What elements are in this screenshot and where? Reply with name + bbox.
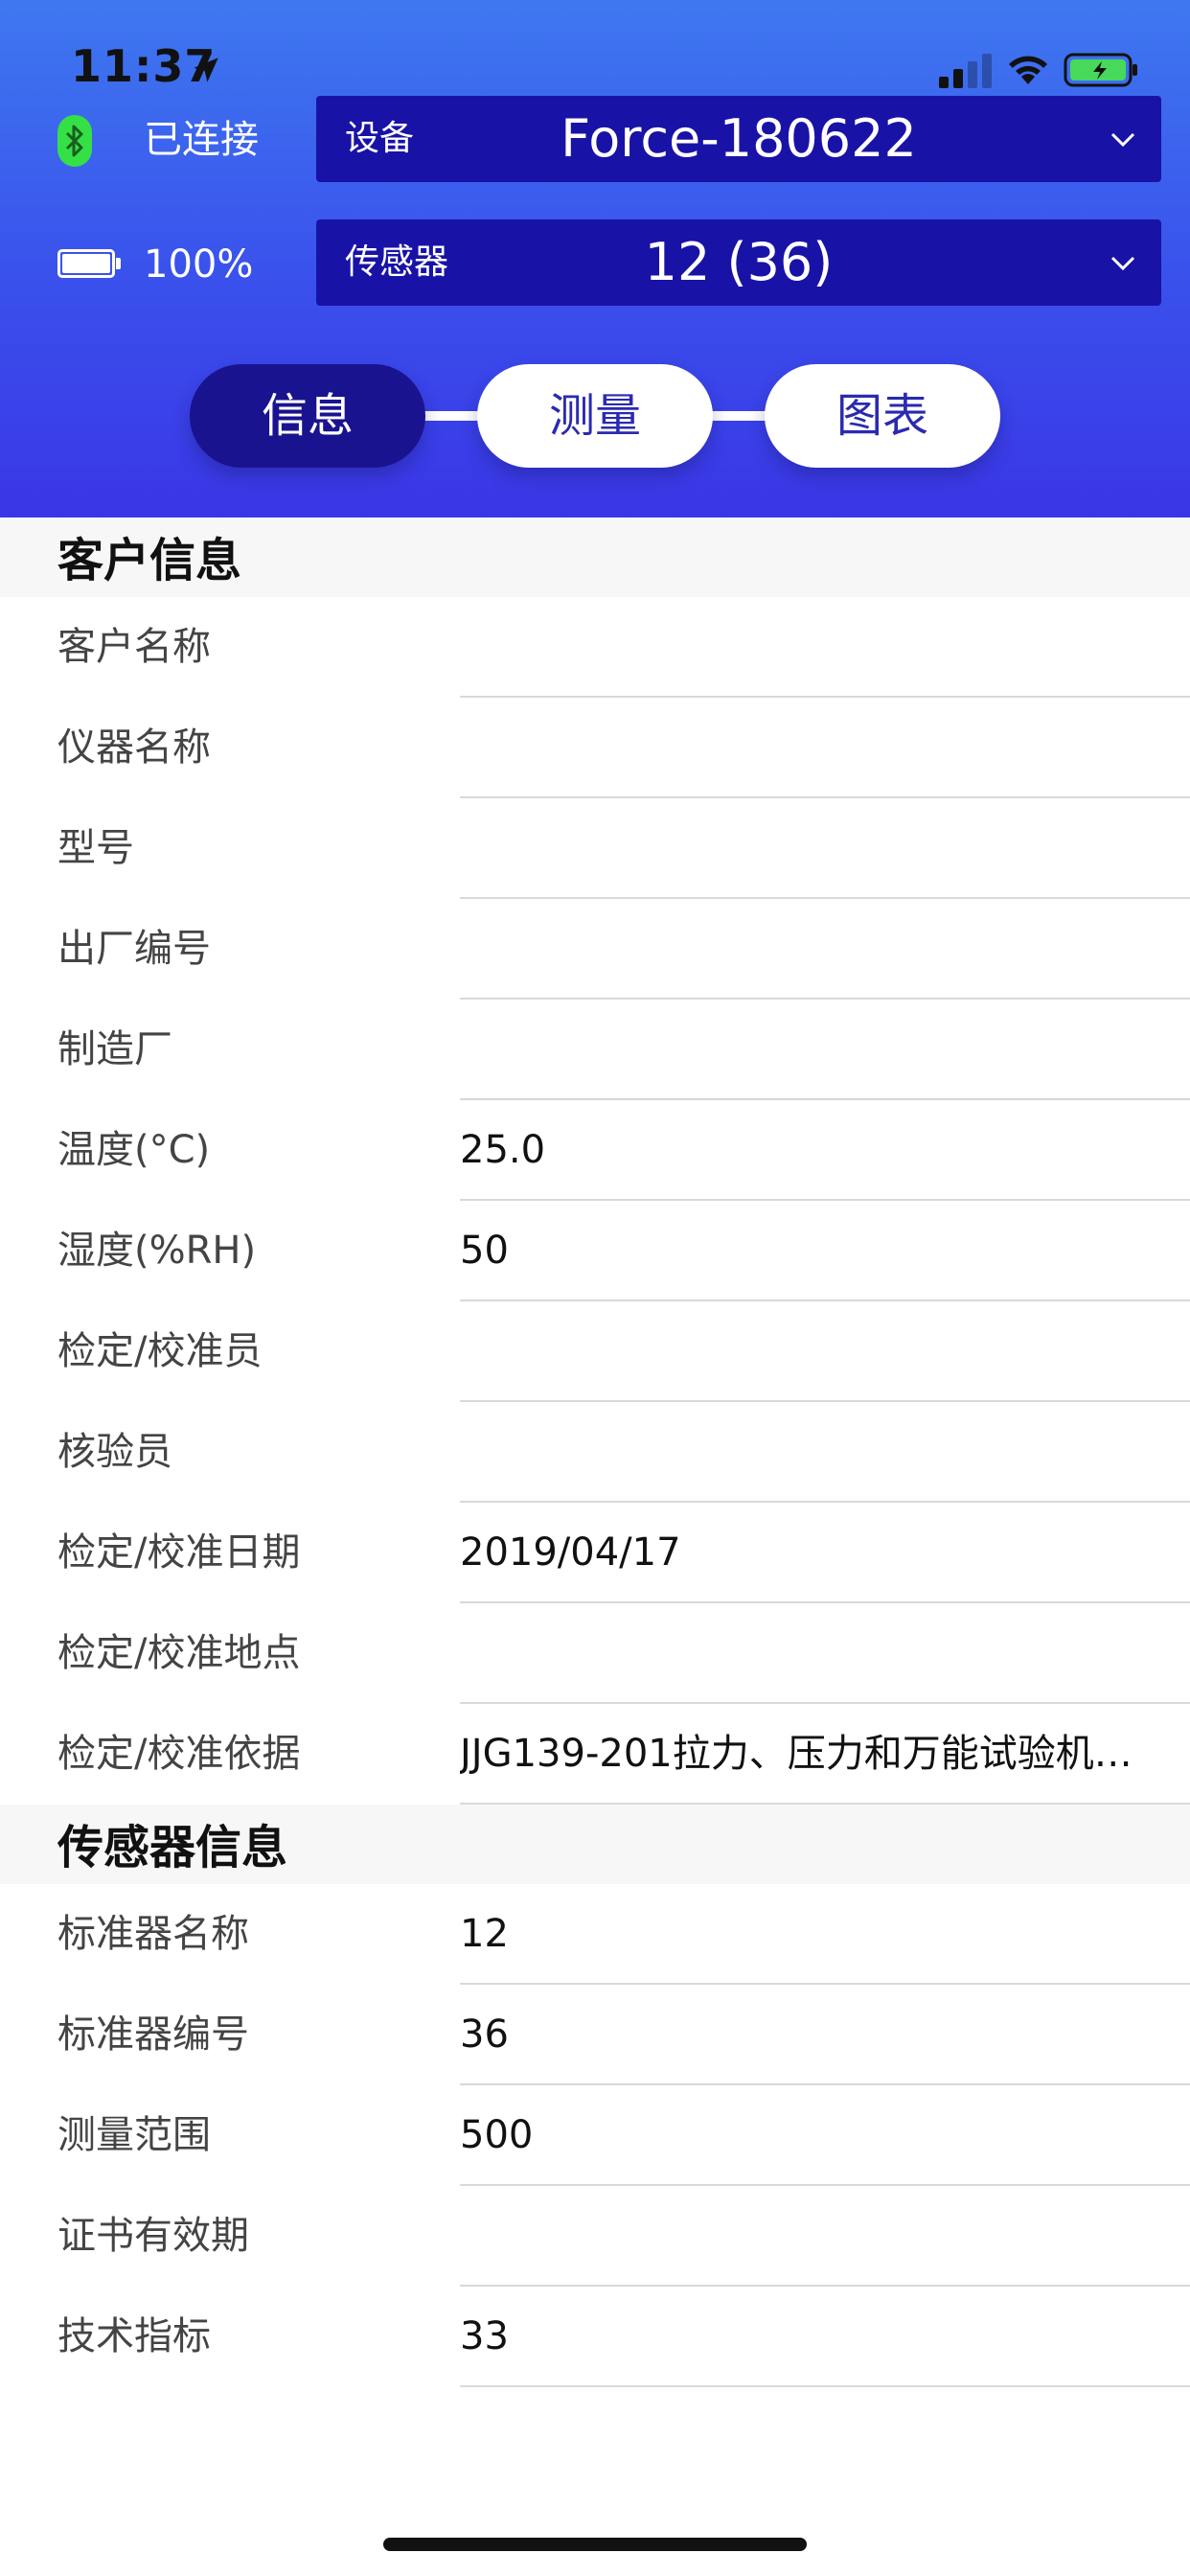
row-value[interactable]: 33 <box>460 2287 1179 2387</box>
device-selector-value: Force-180622 <box>561 108 917 169</box>
chevron-down-icon <box>1110 132 1135 148</box>
list-row[interactable]: 核验员 <box>0 1402 1190 1503</box>
list-row[interactable]: 湿度(%RH) 50 <box>0 1201 1190 1301</box>
row-label: 检定/校准日期 <box>57 1530 301 1575</box>
row-value[interactable]: 25.0 <box>460 1100 1179 1201</box>
row-value[interactable]: 36 <box>460 1985 1179 2085</box>
row-label: 客户名称 <box>57 625 211 669</box>
row-label: 标准器名称 <box>57 1912 249 1956</box>
list-row[interactable]: 仪器名称 <box>0 698 1190 798</box>
tab-chart[interactable]: 图表 <box>765 364 1000 468</box>
row-label: 仪器名称 <box>57 725 211 770</box>
bluetooth-icon <box>57 115 92 167</box>
tab-measure[interactable]: 测量 <box>477 364 713 468</box>
list-row[interactable]: 检定/校准员 <box>0 1301 1190 1402</box>
row-value[interactable]: 2019/04/17 <box>460 1503 1179 1603</box>
info-list: 客户信息 客户名称仪器名称型号出厂编号制造厂温度(°C) 25.0 湿度(%RH) 5… <box>0 518 1190 2387</box>
cellular-signal-icon <box>939 52 993 88</box>
connection-status: 已连接 <box>144 118 259 162</box>
row-divider <box>460 2385 1190 2387</box>
section-header-sensor: 传感器信息 <box>0 1805 1190 1884</box>
list-row[interactable]: 温度(°C) 25.0 <box>0 1100 1190 1201</box>
row-label: 检定/校准依据 <box>57 1732 301 1776</box>
row-label: 温度(°C) <box>57 1128 211 1172</box>
home-indicator <box>383 2538 807 2551</box>
row-label: 制造厂 <box>57 1027 172 1071</box>
sensor-selector-value: 12 (36) <box>644 232 834 292</box>
list-row[interactable]: 型号 <box>0 798 1190 899</box>
list-row[interactable]: 出厂编号 <box>0 899 1190 1000</box>
wifi-icon <box>1009 56 1047 84</box>
app-header: 11:37 已连接 100% 设备 Force-180622 传感器 12 (3… <box>0 0 1190 518</box>
row-label: 湿度(%RH) <box>57 1229 257 1273</box>
list-row[interactable]: 测量范围 500 <box>0 2085 1190 2186</box>
phone-battery-icon <box>1064 53 1137 87</box>
row-label: 技术指标 <box>57 2314 211 2358</box>
list-row[interactable]: 检定/校准日期 2019/04/17 <box>0 1503 1190 1603</box>
sensor-selector[interactable]: 传感器 12 (36) <box>316 219 1161 306</box>
device-selector[interactable]: 设备 Force-180622 <box>316 96 1161 182</box>
list-row[interactable]: 标准器名称 12 <box>0 1884 1190 1985</box>
list-row[interactable]: 技术指标 33 <box>0 2287 1190 2387</box>
row-label: 证书有效期 <box>57 2214 249 2258</box>
sensor-rows: 标准器名称 12 标准器编号 36 测量范围 500 证书有效期技术指标 33 <box>0 1884 1190 2387</box>
row-value[interactable]: 12 <box>460 1884 1179 1985</box>
section-title: 客户信息 <box>57 534 242 587</box>
device-battery-icon <box>57 249 121 278</box>
section-header-customer: 客户信息 <box>0 518 1190 597</box>
row-label: 核验员 <box>57 1430 172 1474</box>
section-title: 传感器信息 <box>57 1821 288 1874</box>
row-label: 标准器编号 <box>57 2012 249 2057</box>
list-row[interactable]: 制造厂 <box>0 1000 1190 1100</box>
list-row[interactable]: 标准器编号 36 <box>0 1985 1190 2085</box>
row-value[interactable]: 50 <box>460 1201 1179 1301</box>
row-label: 型号 <box>57 826 134 870</box>
device-battery-percent: 100% <box>144 242 254 287</box>
row-label: 出厂编号 <box>57 927 211 971</box>
list-row[interactable]: 检定/校准依据 JJG139-201拉力、压力和万能试验机… <box>0 1704 1190 1805</box>
customer-rows: 客户名称仪器名称型号出厂编号制造厂温度(°C) 25.0 湿度(%RH) 50 检定/校… <box>0 597 1190 1805</box>
row-label: 测量范围 <box>57 2113 211 2157</box>
tab-info[interactable]: 信息 <box>190 364 425 468</box>
row-label: 检定/校准地点 <box>57 1631 301 1675</box>
row-label: 检定/校准员 <box>57 1329 263 1373</box>
list-row[interactable]: 检定/校准地点 <box>0 1603 1190 1704</box>
chevron-down-icon <box>1110 256 1135 271</box>
row-value[interactable]: 500 <box>460 2085 1179 2186</box>
list-row[interactable]: 客户名称 <box>0 597 1190 698</box>
row-value[interactable]: JJG139-201拉力、压力和万能试验机… <box>460 1704 1179 1805</box>
list-row[interactable]: 证书有效期 <box>0 2186 1190 2287</box>
location-arrow-icon <box>194 58 218 82</box>
